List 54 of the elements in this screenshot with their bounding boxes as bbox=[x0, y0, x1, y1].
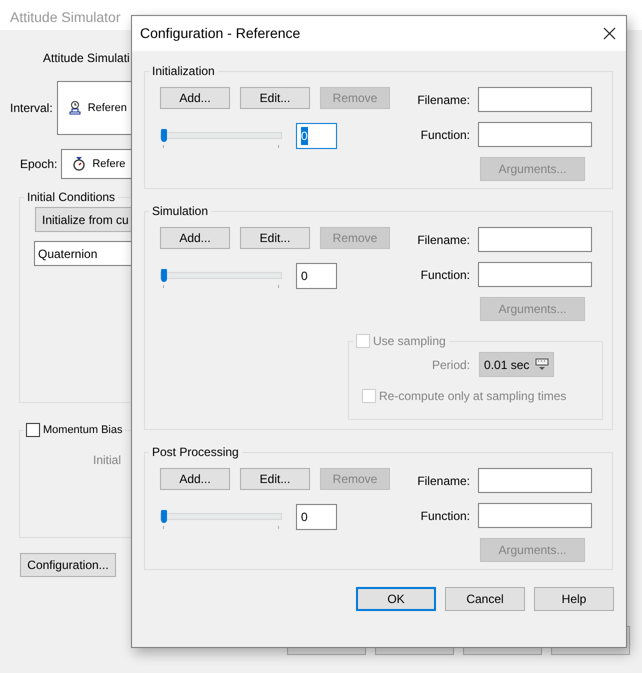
quaternion-field[interactable]: Quaternion bbox=[34, 241, 131, 266]
checkbox-label: Momentum Bias bbox=[43, 424, 122, 436]
ok-button[interactable]: OK bbox=[356, 587, 436, 611]
checkbox-label: Use sampling bbox=[373, 335, 446, 347]
slider[interactable] bbox=[160, 267, 282, 285]
add-button[interactable]: Add... bbox=[160, 468, 230, 490]
section-title: Initialization bbox=[151, 65, 216, 77]
edit-button[interactable]: Edit... bbox=[240, 468, 310, 490]
heading-label: Attitude Simulati bbox=[43, 50, 131, 67]
filename-label: Filename: bbox=[417, 92, 470, 108]
configuration-button[interactable]: Configuration... bbox=[20, 553, 116, 577]
count-field[interactable]: 0 bbox=[296, 123, 337, 149]
epoch-label: Epoch: bbox=[20, 156, 58, 173]
stopwatch-icon bbox=[71, 156, 88, 172]
filename-field[interactable] bbox=[478, 87, 592, 112]
function-label: Function: bbox=[420, 266, 470, 284]
slider-thumb[interactable] bbox=[161, 269, 167, 282]
count-field[interactable]: 0 bbox=[296, 263, 337, 289]
filename-field[interactable] bbox=[478, 227, 592, 252]
initial-label: Initial bbox=[93, 452, 122, 469]
close-icon[interactable] bbox=[603, 27, 616, 40]
cancel-button[interactable]: Cancel bbox=[445, 587, 525, 611]
section-title: Simulation bbox=[151, 205, 210, 217]
add-button[interactable]: Add... bbox=[160, 227, 230, 249]
add-button[interactable]: Add... bbox=[160, 87, 230, 109]
count-field[interactable]: 0 bbox=[296, 504, 337, 530]
group-title: Initial Conditions bbox=[26, 191, 116, 203]
keypad-dropdown-icon bbox=[535, 358, 550, 371]
checkbox-label: Re-compute only at sampling times bbox=[379, 388, 566, 405]
slider[interactable] bbox=[160, 127, 282, 145]
dialog-title: Configuration - Reference bbox=[140, 24, 300, 43]
interval-field[interactable]: Referen bbox=[56, 81, 131, 135]
interval-label: Interval: bbox=[10, 100, 53, 117]
help-button[interactable]: Help bbox=[534, 587, 614, 611]
window-title: Attitude Simulator bbox=[10, 9, 120, 25]
function-label: Function: bbox=[420, 126, 470, 144]
filename-label: Filename: bbox=[417, 232, 470, 248]
initialize-button[interactable]: Initialize from cu bbox=[35, 207, 131, 232]
section-title: Post Processing bbox=[151, 446, 240, 458]
calendar-stand-icon bbox=[66, 100, 83, 116]
slider-thumb[interactable] bbox=[161, 510, 167, 523]
slider[interactable] bbox=[160, 508, 282, 526]
edit-button[interactable]: Edit... bbox=[240, 87, 310, 109]
checkbox[interactable] bbox=[26, 423, 40, 437]
function-label: Function: bbox=[420, 508, 470, 524]
function-field[interactable] bbox=[478, 503, 592, 528]
slider-thumb[interactable] bbox=[161, 129, 167, 142]
edit-button[interactable]: Edit... bbox=[240, 227, 310, 249]
function-field[interactable] bbox=[478, 262, 592, 287]
function-field[interactable] bbox=[478, 122, 592, 147]
epoch-field[interactable]: Refere bbox=[61, 149, 131, 179]
period-label: Period: bbox=[432, 356, 470, 374]
filename-label: Filename: bbox=[417, 472, 470, 490]
filename-field[interactable] bbox=[478, 468, 592, 493]
